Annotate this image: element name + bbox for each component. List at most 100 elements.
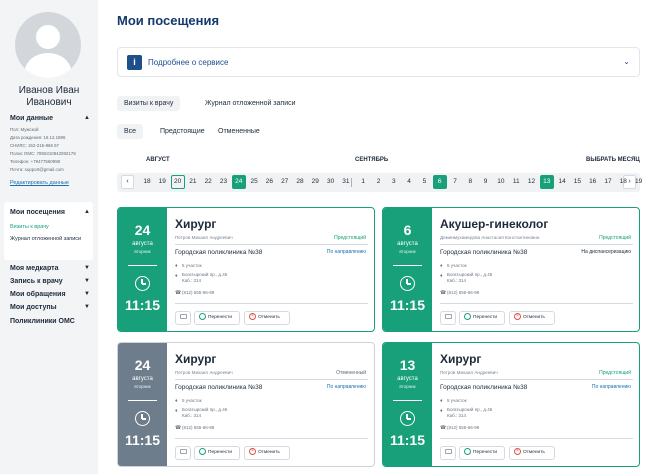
- reschedule-button[interactable]: Перенести: [194, 446, 240, 460]
- print-button[interactable]: [175, 311, 191, 325]
- visit-time: 11:15: [389, 297, 426, 313]
- status-badge: Предстоящий: [599, 235, 631, 241]
- visit-card[interactable]: 24 августа вторник 11:15 Хирург Петров М…: [117, 207, 375, 332]
- filter-upcoming[interactable]: Предстоящие: [160, 128, 205, 135]
- sidebar-subitem-deferred-journal[interactable]: Журнал отложенной записи: [10, 236, 90, 243]
- visit-month: августа: [132, 241, 153, 247]
- chevron-down-icon[interactable]: ▼: [84, 278, 90, 284]
- date-sep-10[interactable]: 10: [494, 178, 508, 185]
- chevron-down-icon[interactable]: ▼: [84, 304, 90, 310]
- tab-deferred-journal[interactable]: Журнал отложенной записи: [205, 100, 296, 107]
- sidebar-item-access[interactable]: Мои доступы: [10, 304, 57, 311]
- divider: [175, 438, 368, 439]
- date-sep-1[interactable]: 1: [356, 178, 370, 185]
- date-aug-24[interactable]: 24: [231, 175, 246, 189]
- sidebar-item-clinics[interactable]: Поликлиники ОМС: [10, 318, 75, 325]
- date-sep-7[interactable]: 7: [448, 178, 462, 185]
- date-sep-6[interactable]: 6: [432, 175, 447, 189]
- cancel-icon: ×: [249, 448, 256, 456]
- printer-icon: [445, 314, 452, 320]
- date-sep-14[interactable]: 14: [555, 178, 569, 185]
- phone-icon: ☎: [440, 425, 447, 431]
- date-sep-16[interactable]: 16: [586, 178, 600, 185]
- date-sep-5[interactable]: 5: [417, 178, 431, 185]
- date-sep-2[interactable]: 2: [372, 178, 386, 185]
- cancel-visit-button[interactable]: × Отменить: [509, 446, 555, 460]
- profile-policy: Полис ОМС: 7855310842082178: [10, 151, 76, 156]
- sidebar-item-requests[interactable]: Мои обращения: [10, 291, 66, 298]
- chevron-left-icon[interactable]: ‹: [121, 175, 134, 189]
- tab-doctor-visits[interactable]: Визиты к врачу: [117, 96, 181, 111]
- print-button[interactable]: [440, 311, 456, 325]
- cancel-visit-button[interactable]: × Отменить: [244, 311, 290, 325]
- clinic-phone: (812) 555-66-99: [447, 425, 480, 430]
- date-sep-19[interactable]: 19: [632, 178, 646, 185]
- sidebar: Иванов Иван Иванович Мои данные ▲ Пол: М…: [0, 0, 98, 474]
- sidebar-item-appointment[interactable]: Запись к врачу: [10, 278, 63, 285]
- profile-title[interactable]: Мои данные: [10, 115, 53, 122]
- divider: [175, 244, 368, 245]
- filter-all[interactable]: Все: [117, 124, 144, 139]
- chevron-down-icon[interactable]: ▼: [84, 265, 90, 271]
- clinic-name: Городская поликлиника №38: [440, 249, 528, 256]
- date-aug-22[interactable]: 22: [201, 178, 215, 185]
- service-info-label[interactable]: Подробнее о сервисе: [148, 58, 228, 67]
- month-label-august: АВГУСТ: [146, 157, 170, 163]
- service-info-accordion[interactable]: i Подробнее о сервисе ⌄: [117, 47, 640, 77]
- date-sep-11[interactable]: 11: [509, 178, 523, 185]
- sidebar-item-visits[interactable]: Мои посещения: [10, 209, 65, 216]
- filter-cancelled[interactable]: Отмененные: [218, 128, 260, 135]
- edit-profile-link[interactable]: Редактировать данные: [10, 180, 69, 186]
- location-pin-icon: ♦: [440, 408, 443, 414]
- referral-type[interactable]: По направлению: [327, 249, 366, 255]
- chevron-up-icon[interactable]: ▲: [84, 209, 90, 215]
- date-aug-26[interactable]: 26: [262, 178, 276, 185]
- reschedule-button[interactable]: Перенести: [194, 311, 240, 325]
- date-sep-13[interactable]: 13: [539, 175, 554, 189]
- date-sep-3[interactable]: 3: [387, 178, 401, 185]
- date-aug-28[interactable]: 28: [293, 178, 307, 185]
- cancel-icon: ×: [514, 313, 521, 321]
- reschedule-button[interactable]: Перенести: [459, 311, 505, 325]
- date-sep-17[interactable]: 17: [601, 178, 615, 185]
- sidebar-subitem-doctor-visits[interactable]: Визиты к врачу: [10, 224, 49, 230]
- visit-day: 24: [134, 357, 151, 373]
- print-button[interactable]: [175, 446, 191, 460]
- reschedule-button[interactable]: Перенести: [459, 446, 505, 460]
- date-sep-15[interactable]: 15: [570, 178, 584, 185]
- date-aug-23[interactable]: 23: [217, 178, 231, 185]
- reschedule-icon: [464, 313, 471, 321]
- date-aug-25[interactable]: 25: [247, 178, 261, 185]
- chevron-up-icon[interactable]: ▲: [84, 115, 90, 121]
- visit-card[interactable]: 24 августа вторник 11:15 Хирург Петров М…: [117, 342, 375, 467]
- referral-type[interactable]: По направлению: [327, 384, 366, 390]
- visit-date-panel: 24 августа вторник 11:15: [118, 343, 167, 466]
- date-sep-8[interactable]: 8: [463, 178, 477, 185]
- chevron-down-icon[interactable]: ⌄: [623, 57, 630, 66]
- print-button[interactable]: [440, 446, 456, 460]
- chevron-down-icon[interactable]: ▼: [84, 291, 90, 297]
- clinic-area: 5 участок: [447, 263, 467, 268]
- date-aug-29[interactable]: 29: [308, 178, 322, 185]
- referral-type[interactable]: По направлению: [592, 384, 631, 390]
- visit-card[interactable]: 13 августа вторник 11:15 Хирург Петров М…: [382, 342, 640, 467]
- visit-card[interactable]: 6 августа вторник 11:15 Акушер-гинеколог…: [382, 207, 640, 332]
- date-sep-12[interactable]: 12: [525, 178, 539, 185]
- date-aug-19[interactable]: 19: [155, 178, 169, 185]
- date-aug-30[interactable]: 30: [324, 178, 338, 185]
- date-aug-21[interactable]: 21: [186, 178, 200, 185]
- date-sep-18[interactable]: 18: [616, 178, 630, 185]
- sidebar-item-medcard[interactable]: Моя медкарта: [10, 265, 58, 272]
- date-aug-18[interactable]: 18: [140, 178, 154, 185]
- visit-date-panel: 24 августа вторник 11:15: [118, 208, 167, 331]
- date-aug-27[interactable]: 27: [278, 178, 292, 185]
- date-sep-9[interactable]: 9: [479, 178, 493, 185]
- cancel-label: Отменить: [523, 315, 545, 320]
- choose-month-button[interactable]: ВЫБРАТЬ МЕСЯЦ: [586, 157, 640, 163]
- clinic-area: 5 участок: [182, 398, 202, 403]
- date-sep-4[interactable]: 4: [402, 178, 416, 185]
- cancel-visit-button[interactable]: × Отменить: [509, 311, 555, 325]
- cancel-visit-button[interactable]: × Отменить: [244, 446, 290, 460]
- date-aug-20[interactable]: 20: [170, 175, 185, 189]
- divider: [440, 244, 633, 245]
